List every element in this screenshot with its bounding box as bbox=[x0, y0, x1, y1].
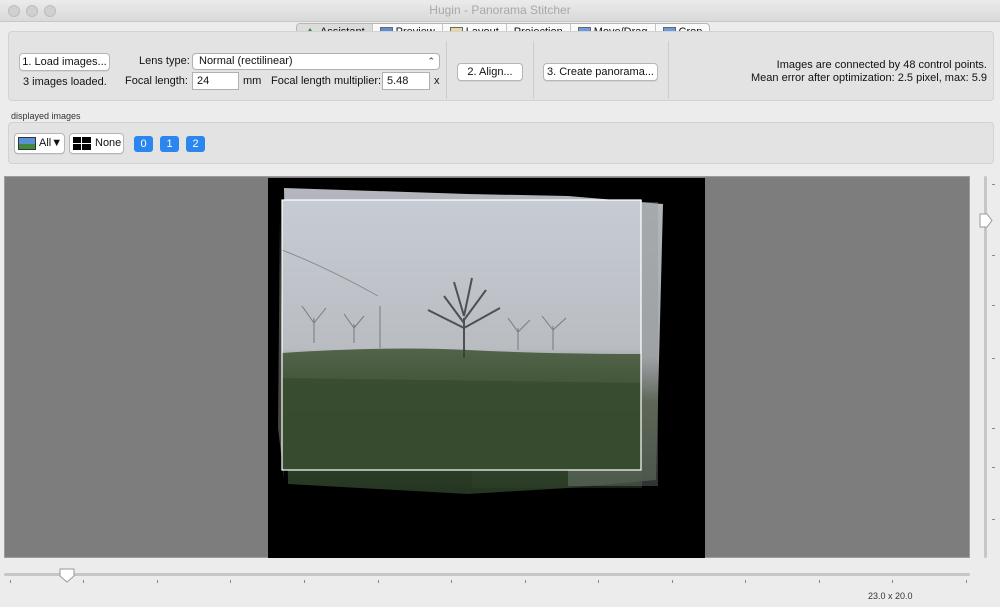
title-bar: Hugin - Panorama Stitcher bbox=[0, 0, 1000, 22]
slider-tick bbox=[672, 580, 673, 583]
control-points-status: Images are connected by 48 control point… bbox=[776, 59, 987, 71]
image-toggle-1[interactable]: 1 bbox=[160, 136, 179, 152]
slider-tick bbox=[992, 519, 995, 520]
displayed-images-label: displayed images bbox=[11, 111, 81, 121]
optimization-error-status: Mean error after optimization: 2.5 pixel… bbox=[751, 72, 987, 84]
create-panorama-button[interactable]: 3. Create panorama... bbox=[543, 63, 658, 81]
focal-length-unit: mm bbox=[243, 75, 262, 87]
all-images-icon bbox=[18, 137, 36, 150]
window-title: Hugin - Panorama Stitcher bbox=[429, 3, 571, 17]
slider-tick bbox=[230, 580, 231, 583]
displayed-images-panel bbox=[8, 122, 994, 164]
slider-tick bbox=[992, 305, 995, 306]
show-no-images-button[interactable]: None bbox=[69, 133, 124, 154]
fov-status: 23.0 x 20.0 bbox=[868, 591, 913, 601]
divider bbox=[668, 41, 669, 99]
panorama-canvas[interactable] bbox=[268, 178, 705, 558]
panorama-image bbox=[278, 188, 663, 494]
focal-length-label: Focal length: bbox=[125, 75, 188, 87]
slider-tick bbox=[966, 580, 967, 583]
divider bbox=[533, 41, 534, 99]
multiplier-input[interactable]: 5.48 bbox=[382, 72, 430, 90]
slider-tick bbox=[598, 580, 599, 583]
slider-tick bbox=[992, 428, 995, 429]
image-toggle-0[interactable]: 0 bbox=[134, 136, 153, 152]
slider-tick bbox=[992, 255, 995, 256]
images-loaded-text: 3 images loaded. bbox=[23, 76, 107, 88]
vertical-fov-slider[interactable] bbox=[984, 176, 987, 558]
focal-length-input[interactable]: 24 bbox=[192, 72, 239, 90]
chevron-updown-icon: ⌃ bbox=[427, 56, 435, 66]
image-toggle-2[interactable]: 2 bbox=[186, 136, 205, 152]
slider-tick bbox=[378, 580, 379, 583]
multiplier-label: Focal length multiplier: bbox=[271, 75, 382, 87]
slider-tick bbox=[992, 184, 995, 185]
horizontal-fov-slider[interactable] bbox=[4, 573, 970, 576]
all-button-label: All▼ bbox=[39, 137, 63, 149]
none-button-label: None bbox=[95, 137, 122, 149]
lens-type-select[interactable]: Normal (rectilinear) ⌃ bbox=[192, 53, 440, 70]
multiplier-unit: x bbox=[434, 75, 440, 87]
no-images-icon bbox=[73, 137, 91, 150]
slider-tick bbox=[10, 580, 11, 583]
horizontal-slider-thumb[interactable] bbox=[59, 567, 75, 583]
show-all-images-button[interactable]: All▼ bbox=[14, 133, 65, 154]
vertical-slider-thumb[interactable] bbox=[978, 213, 993, 228]
divider bbox=[446, 41, 447, 99]
load-images-button[interactable]: 1. Load images... bbox=[19, 53, 110, 71]
slider-tick bbox=[525, 580, 526, 583]
lens-type-value: Normal (rectilinear) bbox=[199, 55, 293, 67]
align-button[interactable]: 2. Align... bbox=[457, 63, 523, 81]
slider-tick bbox=[892, 580, 893, 583]
slider-tick bbox=[819, 580, 820, 583]
slider-tick bbox=[304, 580, 305, 583]
slider-tick bbox=[992, 358, 995, 359]
lens-type-label: Lens type: bbox=[139, 55, 190, 67]
slider-tick bbox=[83, 580, 84, 583]
slider-tick bbox=[992, 467, 995, 468]
slider-tick bbox=[745, 580, 746, 583]
slider-tick bbox=[157, 580, 158, 583]
slider-tick bbox=[451, 580, 452, 583]
